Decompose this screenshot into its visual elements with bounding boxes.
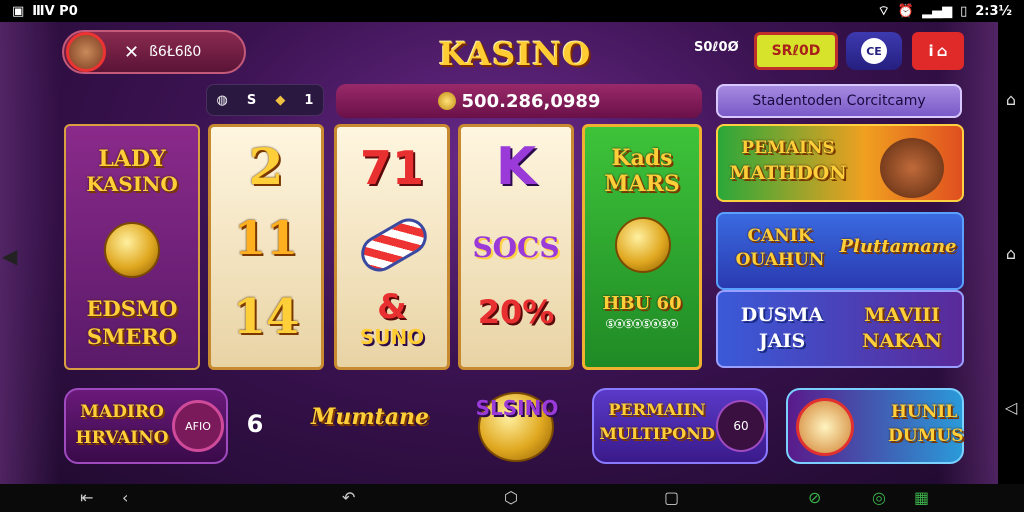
b5-badge[interactable]: 60	[716, 400, 766, 452]
home-label: i	[928, 42, 934, 60]
profile-id: ß6Ł6ß0	[149, 44, 202, 60]
reel-lady-kasino[interactable]: LADY KASINO EDSMO SMERO	[64, 124, 200, 370]
b1-badge[interactable]: AFIO	[172, 400, 224, 452]
lady-title-2: KASINO	[86, 172, 178, 196]
promo-bar[interactable]: Stadentoden Corcitcamy	[716, 84, 962, 118]
reel-1-symbol-2: 11	[233, 211, 298, 265]
lady-title-1: LADY	[98, 146, 166, 172]
b5-line-1: PERMAIIN	[608, 400, 706, 419]
bottom-tile-madiro[interactable]: MADIRO HRVAINO AFIO	[64, 388, 228, 464]
reel-1-symbol-3: 14	[232, 289, 300, 345]
reel-4-bottom: HBU 60	[602, 293, 682, 314]
b6-line-2: DUMUS	[888, 426, 964, 446]
coin-icon	[615, 217, 671, 273]
b1-line-1: MADIRO	[80, 402, 164, 422]
card-3-right-1: MAVIII	[864, 304, 940, 326]
card-dusma-jais[interactable]: DUSMA JAIS MAVIII NAKAN	[716, 290, 964, 368]
recents-icon[interactable]: ▢	[664, 488, 679, 507]
reel-3-symbol-1: K	[495, 137, 537, 197]
reel-2-symbol-3: SUNO	[359, 325, 425, 349]
status-time: 2:3½	[975, 3, 1012, 19]
ce-label: CE	[861, 38, 887, 64]
status-bar: ▣ ⅢⅤ P0 ⌔ ⏰ ▂▄▆ ▯ 2:3½	[0, 0, 1024, 22]
reel-3-symbol-3: 20%	[477, 293, 555, 331]
chip-b: 1	[304, 92, 314, 108]
b1-line-2: HRVAINO	[75, 428, 169, 448]
menu-icon[interactable]: ⇤	[80, 488, 93, 507]
reel-1[interactable]: 2 11 14	[208, 124, 324, 370]
card-3-right-2: NAKAN	[862, 330, 942, 352]
status-left-text: ⅢⅤ P0	[32, 3, 78, 19]
card-1-line-1: PEMAINS	[741, 138, 835, 158]
game-logo: KASINO	[438, 35, 592, 73]
game-icon[interactable]: ⊘	[808, 488, 821, 507]
close-icon[interactable]: ✕	[124, 42, 139, 63]
balance-display: 500.286,0989	[336, 84, 702, 118]
reel-2[interactable]: 71 & SUNO	[334, 124, 450, 370]
card-1-line-2: MATHDON	[729, 162, 847, 184]
card-pemains-mathdon[interactable]: PEMAINS MATHDON	[716, 124, 964, 202]
home-icon: ⌂	[936, 42, 948, 60]
coin-icon	[437, 92, 456, 110]
wifi-icon: ⌔	[877, 4, 890, 19]
home-button[interactable]: i ⌂	[912, 32, 964, 70]
stats-icon[interactable]: ▦	[914, 488, 929, 507]
side-nav: ⌂ ⌂ ◁	[998, 22, 1024, 484]
reel-4-title-2: MARS	[604, 171, 680, 197]
battery-icon: ▯	[960, 3, 968, 19]
card-2-right: Pluttamane	[839, 236, 957, 257]
card-3-line-2: JAIS	[758, 330, 806, 352]
bottom-tile-hunil[interactable]: HUNIL DUMUS	[786, 388, 964, 464]
b4-text: SLSINO	[475, 396, 559, 420]
lady-bottom-1: EDSMO	[86, 296, 178, 321]
alarm-icon: ⏰	[897, 3, 915, 19]
pot-icon	[880, 138, 944, 198]
reel-4-small: ⓈⓐⓈⓐⓈⓐⓈⓐ	[605, 320, 678, 330]
reel-2-symbol-1: 71	[359, 141, 424, 195]
lady-bottom-2: SMERO	[86, 324, 178, 349]
top-score: S0ℓ0Ø	[694, 40, 739, 55]
notification-icon: ▣	[12, 3, 25, 19]
avatar[interactable]	[66, 32, 106, 72]
bottom-tile-slsino[interactable]: SLSINO	[466, 388, 568, 464]
coin-icon	[104, 222, 160, 278]
reel-4[interactable]: Kads MARS HBU 60 ⓈⓐⓈⓐⓈⓐⓈⓐ	[582, 124, 702, 370]
chip-counter[interactable]: ◍ S ◆ 1	[206, 84, 324, 116]
candy-symbol-icon	[354, 211, 434, 279]
card-canik-ouahun[interactable]: CANIK OUAHUN Pluttamane	[716, 212, 964, 290]
home-nav-icon-2[interactable]: ⌂	[1006, 244, 1016, 263]
balance-value: 500.286,0989	[461, 90, 601, 112]
dice-icon: ◆	[275, 92, 286, 108]
home-nav-icon[interactable]: ⌂	[1006, 90, 1016, 109]
status-left: ▣ ⅢⅤ P0	[12, 4, 78, 19]
shop-button[interactable]: SRℓ0D	[754, 32, 838, 70]
b5-line-2: MULTIPOND	[599, 424, 715, 443]
globe-icon: ◍	[216, 92, 228, 108]
card-3-line-1: DUSMA	[740, 304, 824, 326]
card-2-line-2: OUAHUN	[735, 250, 825, 270]
ce-button[interactable]: CE	[846, 32, 902, 70]
b3-text[interactable]: Mumtane	[296, 404, 444, 430]
profile-pill[interactable]: ✕ ß6Ł6ß0	[62, 30, 246, 74]
reel-3-symbol-2: SOCS	[472, 231, 560, 264]
home-nav-icon[interactable]: ⬡	[504, 488, 518, 507]
b2-number: 6	[246, 410, 264, 438]
chevron-left-icon[interactable]: ‹	[122, 488, 128, 507]
bottom-nav: ⇤ ‹ ↶ ⬡ ▢ ⊘ ◎ ▦	[0, 484, 1024, 512]
b6-line-1: HUNIL	[890, 402, 958, 422]
ball-icon	[796, 398, 854, 456]
reel-4-title-1: Kads	[611, 145, 673, 171]
chat-icon[interactable]: ◎	[872, 488, 886, 507]
signal-icon: ▂▄▆	[922, 3, 953, 19]
back-nav-icon[interactable]: ◁	[1005, 398, 1017, 417]
left-arrow-icon[interactable]: ◀	[2, 244, 17, 268]
reel-2-amp: &	[377, 287, 407, 327]
reel-1-symbol-1: 2	[248, 137, 284, 196]
reel-3[interactable]: K SOCS 20%	[458, 124, 574, 370]
back-icon[interactable]: ↶	[342, 488, 355, 507]
card-2-line-1: CANIK	[747, 226, 813, 246]
bottom-tile-permaiin[interactable]: PERMAIIN MULTIPOND 60	[592, 388, 768, 464]
status-right: ⌔ ⏰ ▂▄▆ ▯ 2:3½	[877, 3, 1012, 20]
chip-a: S	[246, 92, 257, 108]
